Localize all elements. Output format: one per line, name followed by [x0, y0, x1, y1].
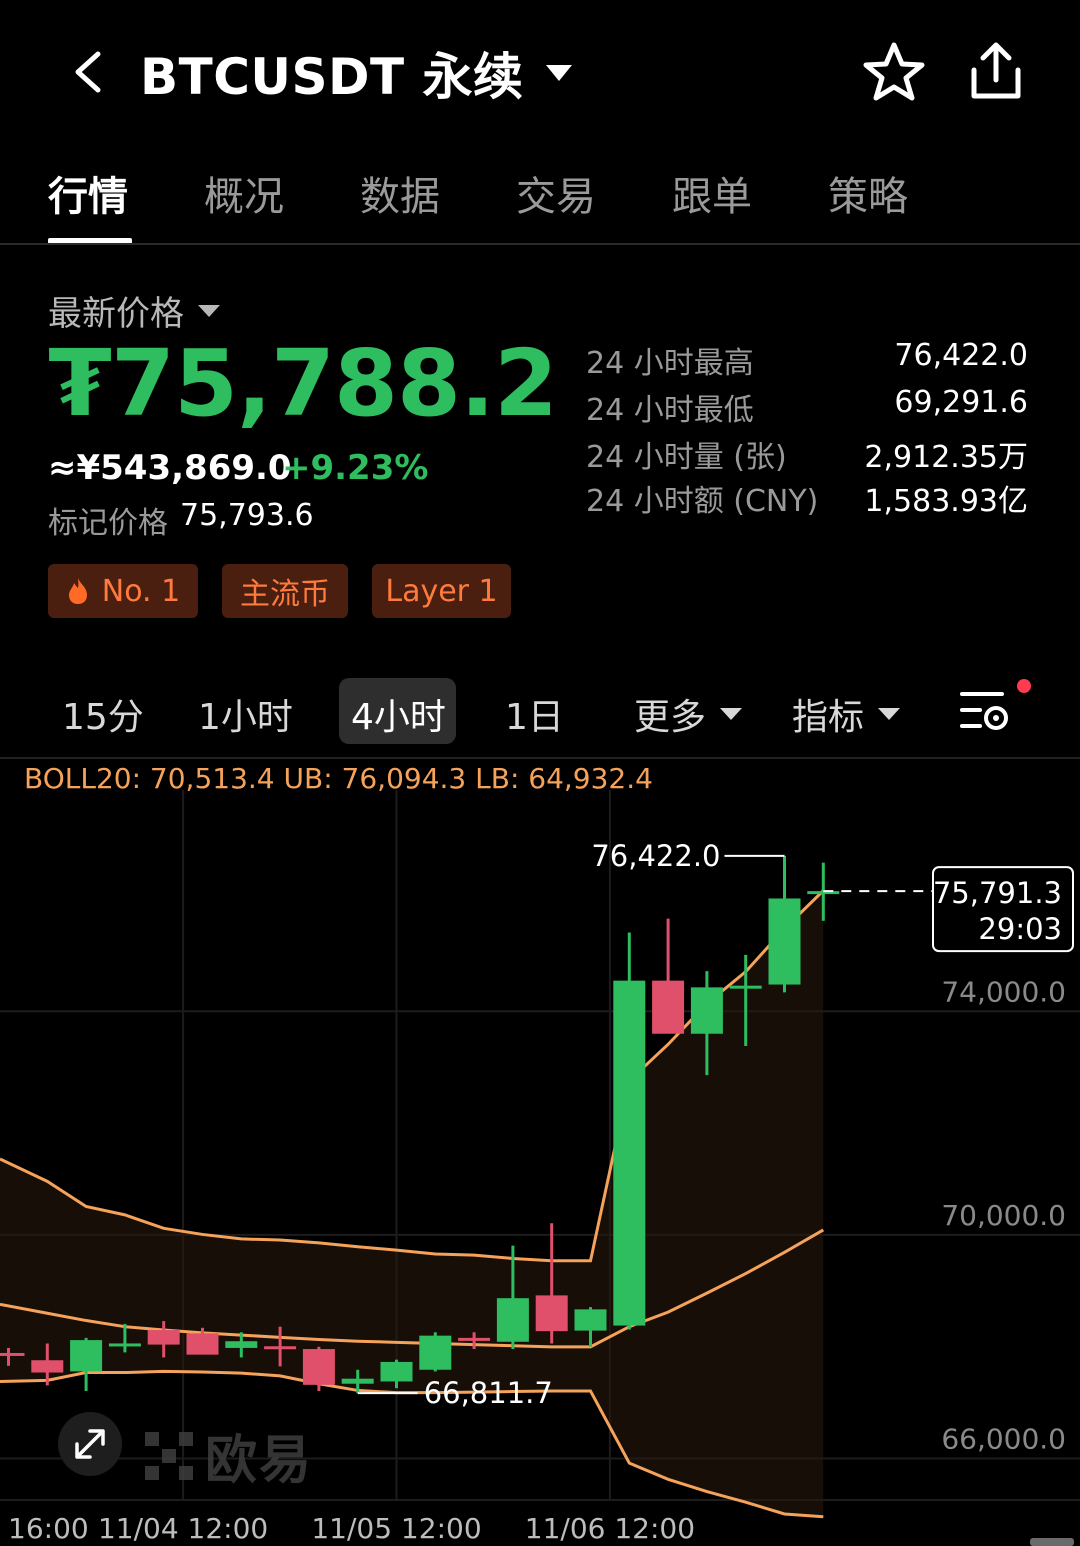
x-tick-label: 11/05 12:00 [311, 1512, 481, 1545]
candle-body [264, 1346, 297, 1350]
candle-body [574, 1309, 607, 1331]
okx-watermark: 欧易 [145, 1418, 313, 1493]
high-marker-label: 76,422.0 [591, 839, 720, 873]
candle-body [613, 980, 646, 1326]
boll-indicator-values: BOLL20: 70,513.4 UB: 76,094.3 LB: 64,932… [24, 762, 653, 795]
candle-body [535, 1295, 568, 1332]
candle-body [690, 987, 723, 1034]
x-tick-label: 16:00 [8, 1512, 89, 1545]
current-price-label: 75,791.3 [933, 876, 1062, 910]
x-tick-label: 11/06 12:00 [525, 1512, 695, 1545]
candle-body [729, 985, 762, 989]
okx-logo-icon [145, 1431, 193, 1480]
expand-icon [75, 1429, 105, 1459]
candle-body [0, 1352, 25, 1356]
y-tick-label: 74,000.0 [941, 975, 1066, 1008]
candle-body [496, 1298, 529, 1342]
countdown-label: 29:03 [978, 912, 1062, 946]
candle-body [380, 1361, 413, 1382]
fullscreen-button[interactable] [58, 1412, 122, 1476]
y-tick-label: 70,000.0 [941, 1199, 1066, 1232]
boll-band-fill [0, 890, 824, 1517]
y-tick-label: 66,000.0 [941, 1423, 1066, 1456]
candle-body [108, 1343, 141, 1347]
candle-body [768, 898, 801, 985]
candle-body [341, 1378, 374, 1384]
candle-body [458, 1337, 491, 1341]
candle-body [225, 1341, 258, 1348]
candle-body [419, 1335, 452, 1370]
candle-body [31, 1360, 64, 1373]
candle-body [147, 1330, 180, 1345]
candle-body [652, 980, 685, 1034]
home-indicator [1030, 1538, 1074, 1546]
candle-body [186, 1333, 219, 1355]
x-tick-label: 11/04 12:00 [98, 1512, 268, 1545]
low-marker-label: 66,811.7 [424, 1376, 553, 1410]
candle-body [302, 1349, 335, 1385]
candle-body [70, 1340, 103, 1372]
